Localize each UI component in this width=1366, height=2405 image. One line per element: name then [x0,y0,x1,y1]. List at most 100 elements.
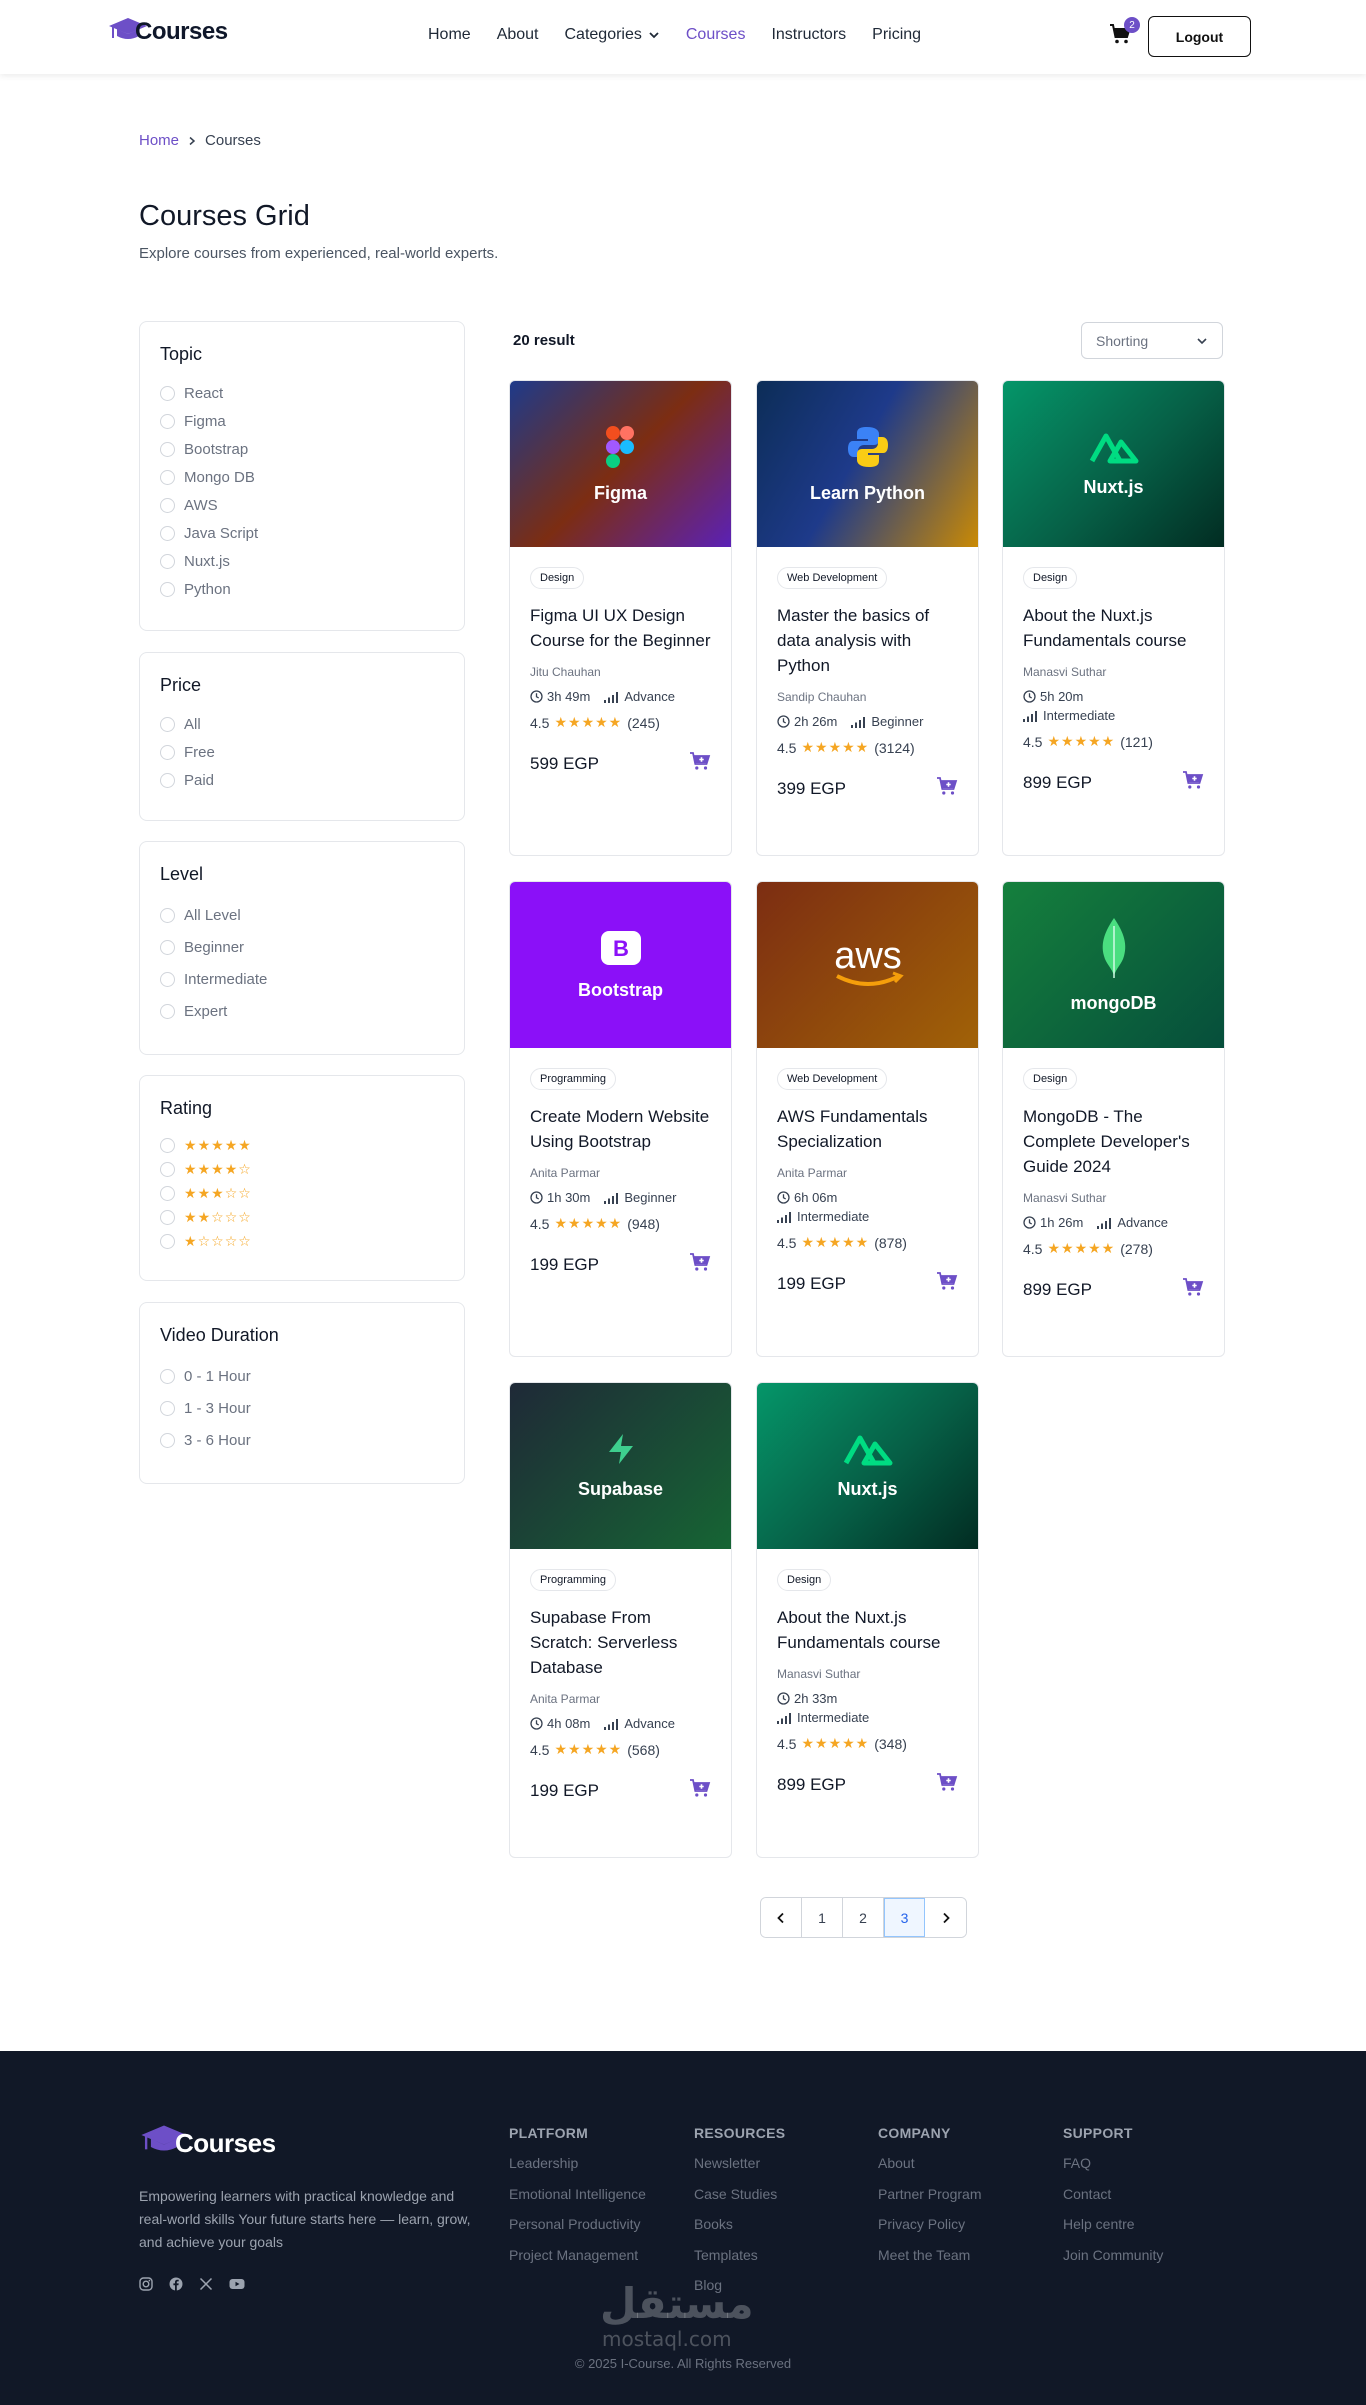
course-thumbnail[interactable]: Nuxt.js [1003,381,1224,547]
course-thumbnail[interactable]: Figma [510,381,731,547]
facebook-icon[interactable] [169,2277,183,2291]
add-to-cart-button[interactable] [936,776,958,801]
radio-button[interactable] [160,971,175,987]
pagination-prev[interactable] [761,1898,802,1937]
breadcrumb-home[interactable]: Home [139,132,179,149]
course-instructor[interactable]: Manasvi Suthar [1023,665,1204,679]
course-thumbnail[interactable]: B Bootstrap [510,882,731,1048]
level-option-beginner[interactable]: Beginner [160,931,444,963]
course-thumbnail[interactable]: aws [757,882,978,1048]
nav-categories[interactable]: Categories [565,26,660,44]
pagination-next[interactable] [925,1898,966,1937]
add-to-cart-button[interactable] [1182,770,1204,795]
radio-button[interactable] [160,772,175,788]
course-card[interactable]: mongoDB Design MongoDB - The Complete Deve… [1002,881,1225,1357]
radio-button[interactable] [160,1137,175,1153]
footer-link-join-community[interactable]: Join Community [1063,2247,1163,2278]
course-title[interactable]: Supabase From Scratch: Serverless Databa… [530,1605,711,1680]
course-thumbnail[interactable]: Supabase [510,1383,731,1549]
price-option-all[interactable]: All [160,710,444,738]
rating-option-3-stars[interactable]: ★ ★ ★ ☆ ☆ [160,1181,444,1205]
nav-pricing[interactable]: Pricing [872,26,921,44]
radio-button[interactable] [160,907,175,923]
radio-button[interactable] [160,1400,175,1416]
logout-button[interactable]: Logout [1148,16,1251,57]
price-option-free[interactable]: Free [160,738,444,766]
course-instructor[interactable]: Manasvi Suthar [777,1667,958,1681]
topic-option-bootstrap[interactable]: Bootstrap [160,435,444,463]
course-title[interactable]: Create Modern Website Using Bootstrap [530,1104,711,1154]
duration-option-3-6[interactable]: 3 - 6 Hour [160,1424,444,1456]
course-card[interactable]: Figma Design Figma UI UX Design Course for… [509,380,732,856]
footer-link-about[interactable]: About [878,2155,981,2186]
instagram-icon[interactable] [139,2277,153,2291]
footer-link-meet-the-team[interactable]: Meet the Team [878,2247,981,2278]
rating-option-2-stars[interactable]: ★ ★ ☆ ☆ ☆ [160,1205,444,1229]
footer-link-personal-productivity[interactable]: Personal Productivity [509,2216,646,2247]
radio-button[interactable] [160,716,175,732]
course-card[interactable]: aws Web Development AWS Fundamentals Speci… [756,881,979,1357]
topic-option-javascript[interactable]: Java Script [160,519,444,547]
footer-logo[interactable]: Courses [139,2123,276,2159]
add-to-cart-button[interactable] [1182,1277,1204,1302]
add-to-cart-button[interactable] [936,1772,958,1797]
radio-button[interactable] [160,385,175,401]
footer-link-templates[interactable]: Templates [694,2247,785,2278]
add-to-cart-button[interactable] [689,1778,711,1803]
topic-option-figma[interactable]: Figma [160,407,444,435]
sort-dropdown[interactable]: Shorting [1081,322,1223,359]
course-card[interactable]: B Bootstrap Programming Create Modern Websi… [509,881,732,1357]
course-instructor[interactable]: Jitu Chauhan [530,665,711,679]
rating-option-4-stars[interactable]: ★ ★ ★ ★ ☆ [160,1157,444,1181]
course-instructor[interactable]: Anita Parmar [777,1166,958,1180]
duration-option-0-1[interactable]: 0 - 1 Hour [160,1360,444,1392]
footer-link-contact[interactable]: Contact [1063,2186,1163,2217]
radio-button[interactable] [160,581,175,597]
radio-button[interactable] [160,1209,175,1225]
youtube-icon[interactable] [229,2277,245,2291]
course-thumbnail[interactable]: mongoDB [1003,882,1224,1048]
radio-button[interactable] [160,497,175,513]
footer-link-privacy-policy[interactable]: Privacy Policy [878,2216,981,2247]
topic-option-mongodb[interactable]: Mongo DB [160,463,444,491]
course-title[interactable]: MongoDB - The Complete Developer's Guide… [1023,1104,1204,1179]
topic-option-react[interactable]: React [160,379,444,407]
rating-option-1-stars[interactable]: ★ ☆ ☆ ☆ ☆ [160,1229,444,1253]
course-title[interactable]: About the Nuxt.js Fundamentals course [1023,603,1204,653]
level-option-intermediate[interactable]: Intermediate [160,963,444,995]
radio-button[interactable] [160,553,175,569]
level-option-all[interactable]: All Level [160,899,444,931]
radio-button[interactable] [160,1233,175,1249]
radio-button[interactable] [160,469,175,485]
footer-link-leadership[interactable]: Leadership [509,2155,646,2186]
footer-link-case-studies[interactable]: Case Studies [694,2186,785,2217]
course-title[interactable]: Master the basics of data analysis with … [777,603,958,678]
topic-option-aws[interactable]: AWS [160,491,444,519]
course-card[interactable]: Supabase Programming Supabase From Scratch… [509,1382,732,1858]
price-option-paid[interactable]: Paid [160,766,444,794]
pagination-page-1[interactable]: 1 [802,1898,843,1937]
radio-button[interactable] [160,525,175,541]
nav-courses[interactable]: Courses [686,26,746,44]
radio-button[interactable] [160,413,175,429]
pagination-page-3[interactable]: 3 [884,1898,925,1937]
footer-link-partner-program[interactable]: Partner Program [878,2186,981,2217]
footer-link-books[interactable]: Books [694,2216,785,2247]
course-instructor[interactable]: Anita Parmar [530,1166,711,1180]
radio-button[interactable] [160,744,175,760]
course-thumbnail[interactable]: Nuxt.js [757,1383,978,1549]
radio-button[interactable] [160,939,175,955]
course-card[interactable]: Nuxt.js Design About the Nuxt.js Fundament… [756,1382,979,1858]
footer-link-project-management[interactable]: Project Management [509,2247,646,2278]
topic-option-nuxtjs[interactable]: Nuxt.js [160,547,444,575]
cart-button[interactable]: 2 [1108,17,1140,51]
add-to-cart-button[interactable] [689,1252,711,1277]
footer-link-newsletter[interactable]: Newsletter [694,2155,785,2186]
course-title[interactable]: About the Nuxt.js Fundamentals course [777,1605,958,1655]
rating-option-5-stars[interactable]: ★ ★ ★ ★ ★ [160,1133,444,1157]
footer-link-emotional-intelligence[interactable]: Emotional Intelligence [509,2186,646,2217]
level-option-expert[interactable]: Expert [160,995,444,1027]
duration-option-1-3[interactable]: 1 - 3 Hour [160,1392,444,1424]
footer-link-faq[interactable]: FAQ [1063,2155,1163,2186]
x-twitter-icon[interactable] [199,2277,213,2291]
